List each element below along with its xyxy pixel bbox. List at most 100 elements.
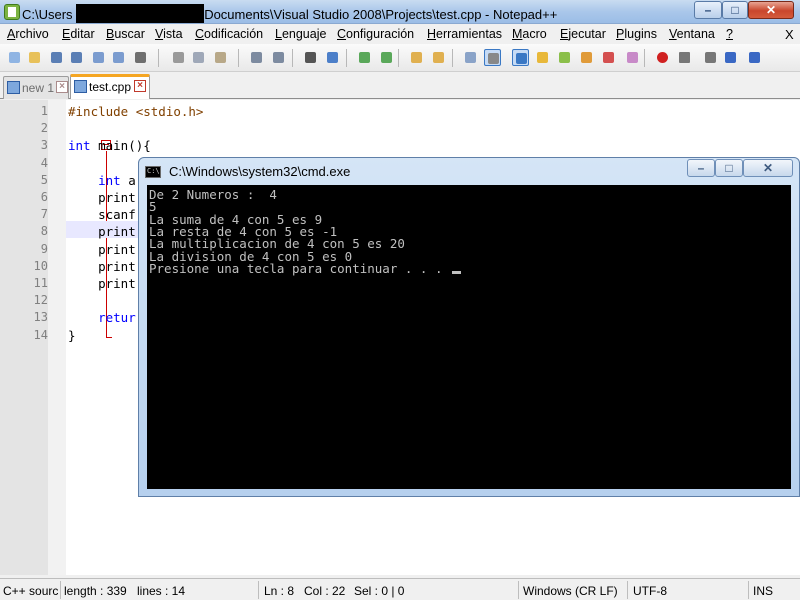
menu-bar: Archivo Editar Buscar Vista Codificación Leng… <box>0 24 800 44</box>
minimize-icon: – <box>697 161 705 175</box>
save-all-icon[interactable] <box>68 49 85 66</box>
menu-ejecutar[interactable]: Ejecutar <box>560 27 606 41</box>
menu-plugins[interactable]: Plugins <box>616 27 657 41</box>
line-number: 8 <box>40 224 48 239</box>
sync-vertical-icon[interactable] <box>408 49 425 66</box>
menu-label: odificación <box>204 27 264 41</box>
tab-test-cpp[interactable]: test.cpp × <box>70 74 150 99</box>
zoom-in-icon[interactable] <box>356 49 373 66</box>
title-bar[interactable]: C:\Users Documents\Visual Studio 2008\Pr… <box>0 0 800 24</box>
zoom-out-icon[interactable] <box>378 49 395 66</box>
close-icon[interactable] <box>90 49 107 66</box>
open-file-icon[interactable] <box>26 49 43 66</box>
show-all-chars-icon[interactable] <box>484 49 501 66</box>
stop-record-icon[interactable] <box>676 49 693 66</box>
menu-buscar[interactable]: Buscar <box>106 27 145 41</box>
line-number: 4 <box>40 155 48 170</box>
close-icon: ✕ <box>762 161 774 175</box>
code-line: print <box>68 276 136 291</box>
play-macro-icon[interactable] <box>702 49 719 66</box>
menu-archivo[interactable]: Archivo <box>7 27 49 41</box>
fold-margin[interactable] <box>48 100 112 575</box>
keyword-token: int <box>68 138 91 154</box>
close-glyph <box>93 52 104 63</box>
menu-label: lugins <box>624 27 658 41</box>
menu-codificacin[interactable]: Codificación <box>195 27 263 41</box>
status-language: C++ sourc <box>3 584 59 598</box>
code-token: print <box>68 224 136 240</box>
keyword-token: retur <box>98 310 136 326</box>
close-all-glyph <box>113 52 124 63</box>
menu-herramientas[interactable]: Herramientas <box>427 27 502 41</box>
cmd-close-button[interactable]: ✕ <box>743 159 793 177</box>
indent-guide-icon[interactable] <box>512 49 529 66</box>
undo-icon[interactable] <box>248 49 265 66</box>
record-macro-icon[interactable] <box>654 49 671 66</box>
line-number: 12 <box>33 293 48 308</box>
close-window-button[interactable]: ✕ <box>748 1 794 19</box>
paste-icon[interactable] <box>212 49 229 66</box>
console-line: Presione una tecla para continuar . . . <box>149 262 462 275</box>
title-prefix: C:\Users <box>22 7 73 22</box>
menu-label: ista <box>163 27 183 41</box>
notepad-plus-plus-app-icon[interactable] <box>4 4 20 20</box>
line-number: 11 <box>33 276 48 290</box>
menu-macro[interactable]: Macro <box>512 27 547 41</box>
code-line: scanf <box>68 207 136 222</box>
save-icon[interactable] <box>48 49 65 66</box>
monitor-icon[interactable] <box>624 49 641 66</box>
replace-icon[interactable] <box>324 49 341 66</box>
cmd-maximize-button[interactable]: □ <box>715 159 743 177</box>
menu-help[interactable]: ? <box>726 27 733 41</box>
function-list-glyph <box>581 52 592 63</box>
close-icon: ✕ <box>765 3 777 17</box>
find-icon[interactable] <box>302 49 319 66</box>
cmd-window-title: C:\Windows\system32\cmd.exe <box>169 164 351 179</box>
tab-close-icon[interactable]: × <box>56 81 68 93</box>
redo-icon[interactable] <box>270 49 287 66</box>
print-icon[interactable] <box>132 49 149 66</box>
menu-mnemonic: H <box>427 27 437 41</box>
line-number-gutter: 1 2 3 4 5 6 7 8 9 10 11 12 13 14 <box>0 100 48 575</box>
cmd-minimize-button[interactable]: – <box>687 159 715 177</box>
menu-mnemonic: M <box>512 27 523 41</box>
run-macro-multiple-icon[interactable] <box>722 49 739 66</box>
function-list-icon[interactable] <box>578 49 595 66</box>
menu-label: erramientas <box>436 27 503 41</box>
redo-glyph <box>273 52 284 63</box>
menu-ventana[interactable]: Ventana <box>669 27 715 41</box>
console-output[interactable]: De 2 Numeros : 4 5 La suma de 4 con 5 es 9… <box>147 185 791 489</box>
maximize-button[interactable]: □ <box>722 1 748 19</box>
menu-editar[interactable]: Editar <box>62 27 95 41</box>
menu-configuracin[interactable]: Configuración <box>337 27 414 41</box>
menu-vista[interactable]: Vista <box>155 27 183 41</box>
cut-icon[interactable] <box>170 49 187 66</box>
menu-lenguaje[interactable]: Lenguaje <box>275 27 326 41</box>
user-lang-icon[interactable] <box>534 49 551 66</box>
folder-workspace-icon[interactable] <box>600 49 617 66</box>
sync-vertical-glyph <box>411 52 422 63</box>
copy-glyph <box>193 52 204 63</box>
line-number: 10 <box>33 258 48 273</box>
cmd-app-icon[interactable] <box>145 166 161 178</box>
word-wrap-icon[interactable] <box>462 49 479 66</box>
new-file-icon[interactable] <box>6 49 23 66</box>
menu-close-document-button[interactable]: X <box>785 27 794 42</box>
indent-guide-glyph <box>516 53 527 64</box>
close-all-icon[interactable] <box>110 49 127 66</box>
status-insert-mode: INS <box>753 584 774 598</box>
menu-label: entana <box>676 27 715 41</box>
minimize-button[interactable]: – <box>694 1 722 19</box>
line-number: 3 <box>40 138 48 153</box>
status-divider <box>518 581 519 599</box>
line-number: 13 <box>33 310 48 325</box>
save-macro-icon[interactable] <box>746 49 763 66</box>
toolbar-separator <box>398 49 399 67</box>
cmd-window[interactable]: C:\Windows\system32\cmd.exe – □ ✕ De 2 N… <box>138 157 800 497</box>
tab-new-1[interactable]: new 1 × <box>3 76 69 99</box>
maximize-icon: □ <box>725 161 733 175</box>
tab-close-icon[interactable]: × <box>134 80 146 92</box>
copy-icon[interactable] <box>190 49 207 66</box>
sync-horizontal-icon[interactable] <box>430 49 447 66</box>
doc-map-icon[interactable] <box>556 49 573 66</box>
